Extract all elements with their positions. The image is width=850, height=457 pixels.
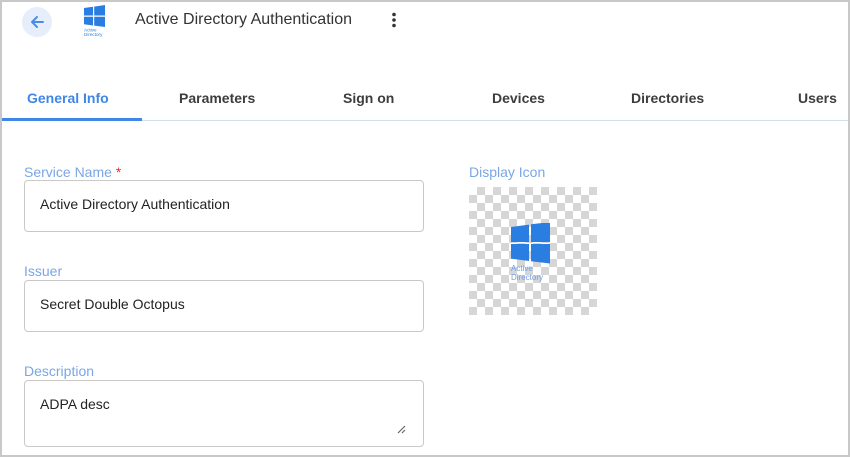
tab-devices[interactable]: Devices xyxy=(492,90,545,106)
svg-text:Directory: Directory xyxy=(84,32,103,37)
resize-handle-icon[interactable] xyxy=(397,425,406,434)
active-directory-icon: Active Directory xyxy=(511,223,550,282)
description-value: ADPA desc xyxy=(40,396,110,412)
svg-text:Directory: Directory xyxy=(511,273,543,282)
tab-users[interactable]: Users xyxy=(798,90,837,106)
service-name-value: Active Directory Authentication xyxy=(40,196,230,212)
display-icon-label: Display Icon xyxy=(469,164,546,180)
svg-text:Active: Active xyxy=(511,264,533,273)
service-name-input[interactable]: Active Directory Authentication xyxy=(24,180,424,232)
page-title: Active Directory Authentication xyxy=(135,11,352,28)
issuer-value: Secret Double Octopus xyxy=(40,296,185,312)
service-name-label: Service Name * xyxy=(24,164,122,180)
tab-general-info[interactable]: General Info xyxy=(27,90,109,106)
required-asterisk: * xyxy=(115,164,122,180)
description-textarea[interactable]: ADPA desc xyxy=(24,380,424,447)
arrow-left-icon xyxy=(31,16,44,28)
back-button[interactable] xyxy=(22,7,52,37)
issuer-input[interactable]: Secret Double Octopus xyxy=(24,280,424,332)
tab-sign-on[interactable]: Sign on xyxy=(343,90,394,106)
tab-directories[interactable]: Directories xyxy=(631,90,704,106)
display-icon-preview[interactable]: Active Directory xyxy=(469,187,597,315)
more-options-button[interactable] xyxy=(384,9,404,31)
issuer-label: Issuer xyxy=(24,263,63,279)
tab-bar: General Info Parameters Sign on Devices … xyxy=(2,78,848,121)
active-directory-logo: Active Directory xyxy=(82,5,108,37)
active-tab-indicator xyxy=(2,118,142,121)
more-vert-icon xyxy=(392,12,396,28)
description-label: Description xyxy=(24,363,95,379)
tab-parameters[interactable]: Parameters xyxy=(179,90,255,106)
